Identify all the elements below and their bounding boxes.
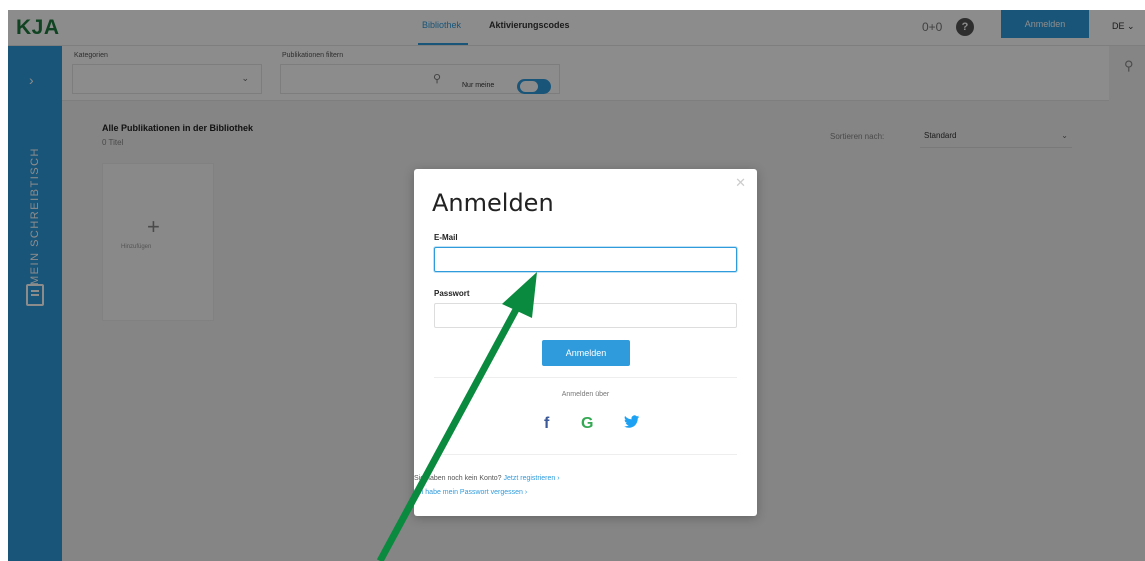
forgot-password-link[interactable]: Ich habe mein Passwort vergessen › <box>414 489 527 496</box>
email-field[interactable] <box>434 247 737 272</box>
login-modal: ✕ Anmelden E-Mail Passwort Anmelden Anme… <box>414 169 757 516</box>
twitter-icon[interactable] <box>624 415 640 434</box>
modal-title: Anmelden <box>432 189 554 217</box>
password-field[interactable] <box>434 303 737 328</box>
register-line: Sie haben noch kein Konto? Jetzt registr… <box>414 475 560 482</box>
google-icon[interactable]: G <box>581 415 593 433</box>
facebook-icon[interactable]: f <box>544 415 549 433</box>
app-window: KJA Bibliothek Aktivierungscodes 0+0 ? A… <box>8 10 1145 561</box>
close-icon[interactable]: ✕ <box>735 175 746 191</box>
login-button[interactable]: Anmelden <box>542 340 630 366</box>
no-account-text: Sie haben noch kein Konto? <box>414 475 502 482</box>
divider <box>434 454 737 455</box>
forgot-password-line: Ich habe mein Passwort vergessen › <box>414 489 527 496</box>
register-link[interactable]: Jetzt registrieren › <box>504 475 560 482</box>
login-via-label: Anmelden über <box>561 391 610 398</box>
email-label: E-Mail <box>434 233 458 242</box>
password-label: Passwort <box>434 289 470 298</box>
divider <box>434 377 737 378</box>
